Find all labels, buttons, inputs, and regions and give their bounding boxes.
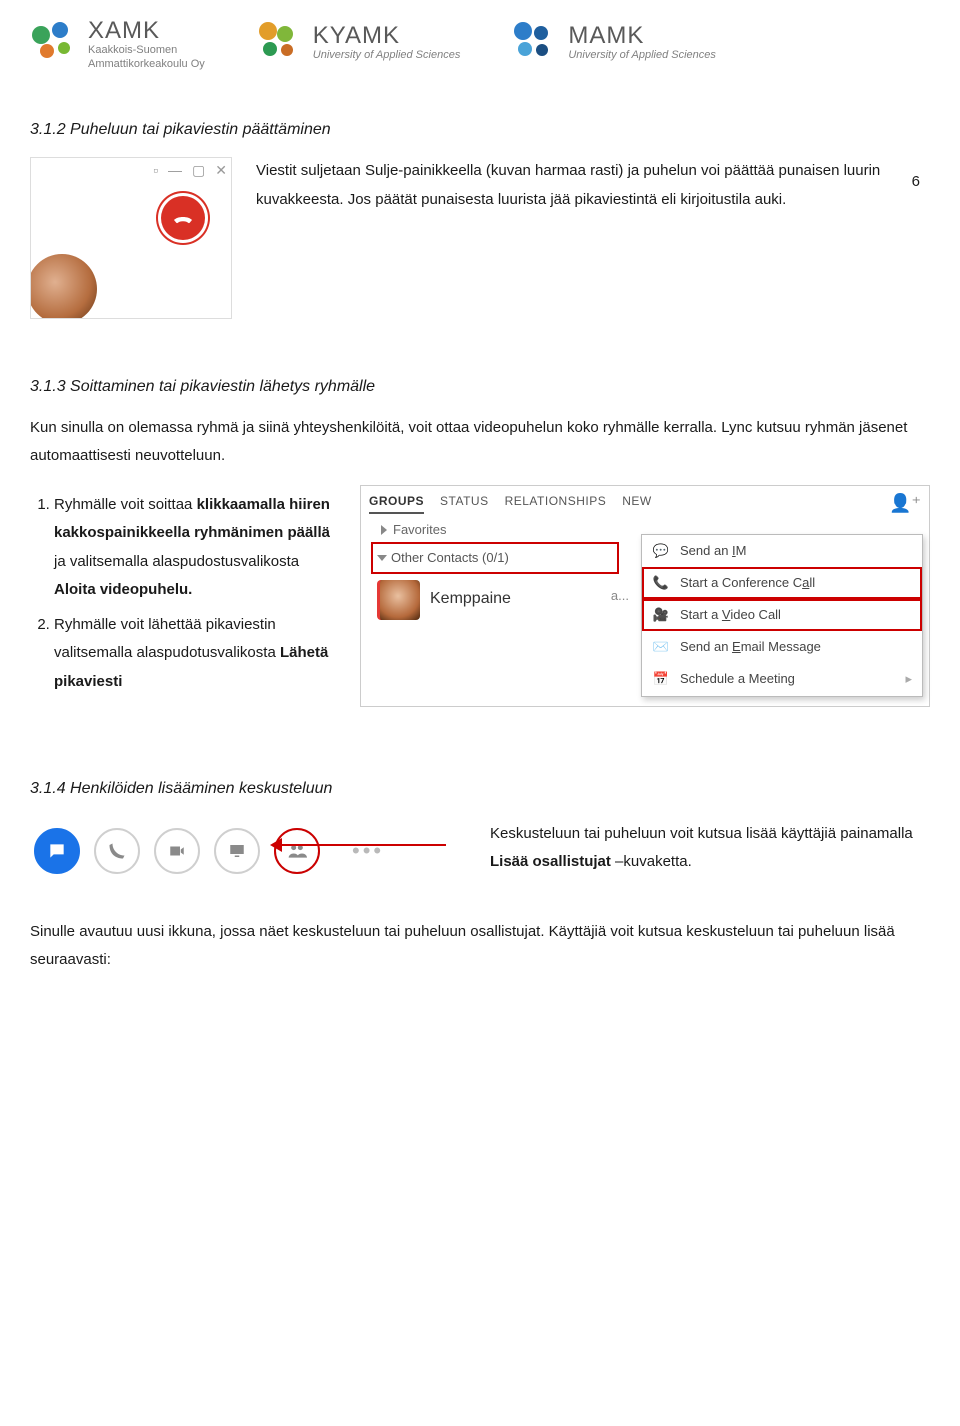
figure-call-toolbar: •••	[30, 820, 460, 882]
tab-new[interactable]: NEW	[622, 492, 652, 515]
annotation-arrowhead-icon	[270, 838, 282, 852]
intro-313: Kun sinulla on olemassa ryhmä ja siinä y…	[30, 414, 930, 471]
logo-subtitle: University of Applied Sciences	[568, 50, 716, 62]
page: XAMK Kaakkois-Suomen Ammattikorkeakoulu …	[0, 0, 960, 1426]
tab-relationships[interactable]: RELATIONSHIPS	[505, 492, 607, 515]
contact-row[interactable]: Kemppaine	[377, 580, 511, 620]
call-button[interactable]	[94, 828, 140, 874]
mamk-mark-icon	[510, 18, 558, 66]
list-313: Ryhmälle voit soittaa klikkaamalla hiire…	[30, 485, 340, 703]
menu-video-call[interactable]: 🎥 Start a Video Call	[642, 599, 922, 631]
heading-312: 3.1.2 Puheluun tai pikaviestin päättämin…	[30, 118, 930, 143]
call-toolbar: •••	[30, 820, 460, 882]
kyamk-mark-icon	[255, 18, 303, 66]
xamk-mark-icon	[30, 20, 78, 68]
present-button[interactable]	[214, 828, 260, 874]
logo-mamk: MAMK University of Applied Sciences	[510, 18, 716, 66]
logo-subtitle2: Ammattikorkeakoulu Oy	[88, 59, 205, 71]
hangup-button[interactable]	[161, 196, 205, 240]
mail-icon: ✉️	[652, 637, 670, 657]
menu-schedule-meeting[interactable]: 📅 Schedule a Meeting ▸	[642, 663, 922, 695]
video-button[interactable]	[154, 828, 200, 874]
row-312: ▫ — ▢ ✕ Viestit suljetaan Sulje-painikke…	[30, 157, 930, 319]
avatar-icon	[30, 254, 97, 319]
more-icon[interactable]: •••	[352, 834, 384, 868]
para-314: Keskusteluun tai puheluun voit kutsua li…	[490, 820, 930, 877]
phone-icon: 📞	[652, 573, 670, 593]
list-item-2: Ryhmälle voit lähettää pikaviestin valit…	[54, 611, 340, 697]
window-controls: ▫ — ▢ ✕	[153, 160, 227, 182]
minimize-icon[interactable]: —	[168, 160, 182, 182]
logo-subtitle: University of Applied Sciences	[313, 50, 461, 62]
heading-313: 3.1.3 Soittaminen tai pikaviestin lähety…	[30, 375, 930, 400]
other-contacts-group[interactable]: Other Contacts (0/1)	[371, 542, 619, 574]
contact-tail: a...	[611, 586, 629, 606]
favorites-group[interactable]: Favorites	[381, 520, 446, 540]
menu-email[interactable]: ✉️ Send an Email Message	[642, 631, 922, 663]
header-logos: XAMK Kaakkois-Suomen Ammattikorkeakoulu …	[30, 18, 930, 70]
video-icon: 🎥	[652, 605, 670, 625]
chat-icon: 💬	[652, 541, 670, 561]
row-314: ••• Keskusteluun tai puheluun voit kutsu…	[30, 820, 930, 882]
para-final: Sinulle avautuu uusi ikkuna, jossa näet …	[30, 918, 930, 975]
popout-icon[interactable]: ▫	[153, 160, 158, 182]
figure-hangup-window: ▫ — ▢ ✕	[30, 157, 232, 319]
contact-avatar-icon	[377, 580, 420, 620]
logo-title: MAMK	[568, 23, 716, 48]
calendar-icon: 📅	[652, 669, 670, 689]
context-menu: 💬 Send an IM 📞 Start a Conference Call 🎥…	[641, 534, 923, 697]
tab-groups[interactable]: GROUPS	[369, 492, 424, 515]
logo-subtitle: Kaakkois-Suomen	[88, 45, 205, 57]
para-312: Viestit suljetaan Sulje-painikkeella (ku…	[256, 157, 930, 214]
heading-314: 3.1.4 Henkilöiden lisääminen keskusteluu…	[30, 777, 930, 802]
menu-conference-call[interactable]: 📞 Start a Conference Call	[642, 567, 922, 599]
groups-tabs: GROUPS STATUS RELATIONSHIPS NEW	[369, 492, 652, 515]
figure-groups-pane: GROUPS STATUS RELATIONSHIPS NEW 👤⁺ Favor…	[360, 485, 930, 707]
logo-xamk: XAMK Kaakkois-Suomen Ammattikorkeakoulu …	[30, 18, 205, 70]
annotation-arrow-icon	[276, 844, 446, 846]
tab-status[interactable]: STATUS	[440, 492, 489, 515]
page-number: 6	[912, 170, 920, 193]
close-icon[interactable]: ✕	[215, 160, 227, 182]
logo-title: KYAMK	[313, 23, 461, 48]
submenu-arrow-icon: ▸	[905, 669, 912, 689]
menu-send-im[interactable]: 💬 Send an IM	[642, 535, 922, 567]
maximize-icon[interactable]: ▢	[192, 160, 205, 182]
im-button[interactable]	[34, 828, 80, 874]
contact-name: Kemppaine	[430, 587, 511, 612]
logo-title: XAMK	[88, 18, 205, 43]
row-313: Ryhmälle voit soittaa klikkaamalla hiire…	[30, 485, 930, 707]
list-item-1: Ryhmälle voit soittaa klikkaamalla hiire…	[54, 491, 340, 605]
add-contact-icon[interactable]: 👤⁺	[889, 490, 921, 518]
logo-kyamk: KYAMK University of Applied Sciences	[255, 18, 461, 66]
